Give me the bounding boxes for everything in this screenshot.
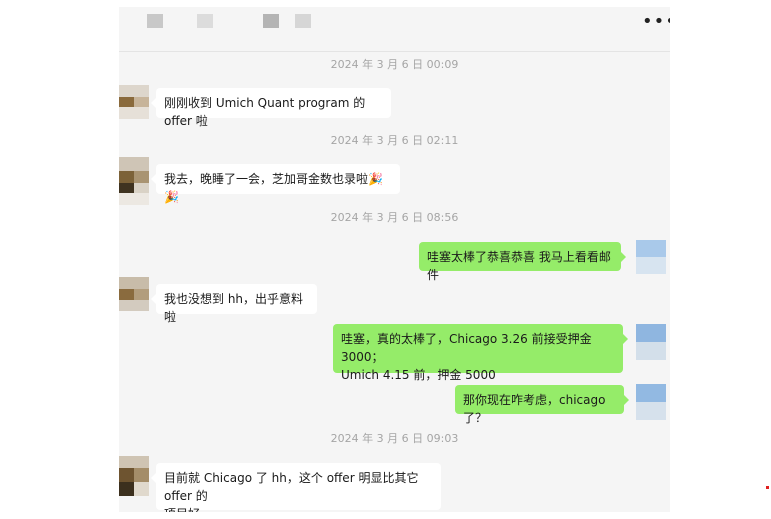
message-bubble-sent[interactable]: 那你现在咋考虑，chicago 了？ [455, 385, 629, 425]
chat-window: ••• 2024 年 3 月 6 日 00:09 刚刚收到 Umich Quan… [119, 7, 670, 512]
self-avatar[interactable] [636, 324, 666, 360]
message-bubble-received[interactable]: 我去，晚睡了一会，芝加哥金数也录啦🎉🎉 [151, 164, 400, 204]
contact-name-pixelated [295, 14, 311, 28]
timestamp: 2024 年 3 月 6 日 08:56 [330, 211, 459, 224]
timestamp: 2024 年 3 月 6 日 09:03 [330, 432, 459, 445]
avatar[interactable] [119, 456, 149, 496]
avatar[interactable] [119, 277, 149, 311]
self-avatar[interactable] [636, 240, 666, 274]
contact-name-pixelated [263, 14, 279, 28]
avatar[interactable] [119, 85, 149, 119]
message-bubble-received[interactable]: 我也没想到 hh，出乎意料啦 [151, 284, 317, 324]
timestamp: 2024 年 3 月 6 日 00:09 [330, 58, 459, 71]
timestamp: 2024 年 3 月 6 日 02:11 [330, 134, 459, 147]
chat-header: ••• [119, 7, 670, 52]
message-bubble-received[interactable]: 目前就 Chicago 了 hh，这个 offer 明显比其它 offer 的 … [151, 463, 441, 512]
message-bubble-sent[interactable]: 哇塞，真的太棒了，Chicago 3.26 前接受押金 3000； Umich … [333, 324, 628, 382]
message-bubble-received[interactable]: 刚刚收到 Umich Quant program 的 offer 啦 [151, 88, 391, 128]
contact-name-pixelated [197, 14, 213, 28]
message-bubble-sent[interactable]: 哇塞太棒了恭喜恭喜 我马上看看邮件 [419, 242, 626, 282]
contact-name-pixelated [147, 14, 163, 28]
more-horizontal-icon[interactable]: ••• [642, 13, 670, 34]
self-avatar[interactable] [636, 384, 666, 420]
avatar[interactable] [119, 157, 149, 205]
edge-mark [766, 486, 769, 489]
